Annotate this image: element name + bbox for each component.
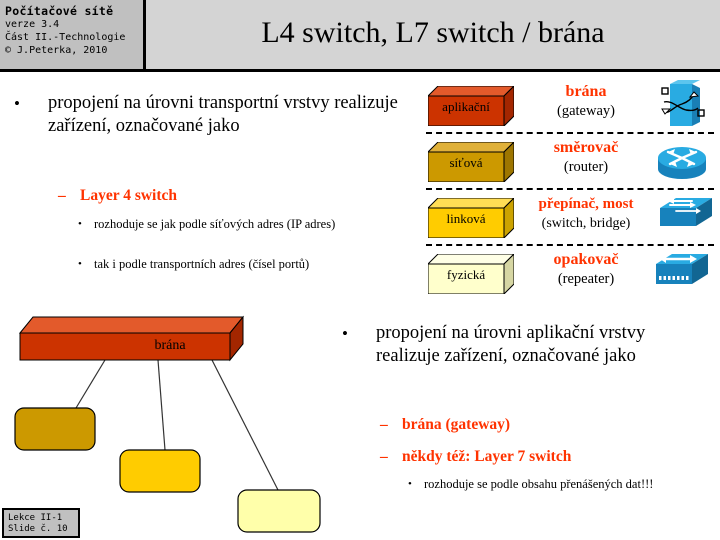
right-sub-text-1: brána (gateway) <box>402 416 511 433</box>
device-en-router: (router) <box>563 159 609 175</box>
left-sub-bullet: – Layer 4 switch <box>58 186 388 206</box>
right-sub-bullet-1: – brána (gateway) <box>380 415 680 435</box>
footer-lecture: Lekce II-1 <box>8 513 63 523</box>
left-sub-text: Layer 4 switch <box>80 187 178 204</box>
device-name-switch: přepínač, most (switch, bridge) <box>516 194 656 233</box>
layer-block-datalink: linková <box>428 198 514 238</box>
right-sub-bullet-2: – někdy též: Layer 7 switch <box>380 447 680 467</box>
device-cz-gateway: brána <box>565 83 607 100</box>
device-cz-router: směrovač <box>553 139 619 156</box>
diagram-gateway-label: brána <box>154 338 186 353</box>
device-en-repeater: (repeater) <box>557 271 615 287</box>
diagram-node-2 <box>119 449 201 493</box>
course-info-box: Počítačové sítě verze 3.4 Část II.-Techn… <box>0 0 146 72</box>
left-detail-1: • rozhoduje se jak podle síťových adres … <box>78 216 408 232</box>
router-icon <box>652 136 712 186</box>
layer-label-datalink: linková <box>446 211 486 226</box>
right-sub-text-2: někdy též: Layer 7 switch <box>402 448 572 465</box>
gateway-network-diagram <box>0 300 360 540</box>
layer-row-application: aplikační brána (gateway) <box>420 78 720 134</box>
bullet-dot: • <box>408 478 412 490</box>
dash-bullet: – <box>380 448 388 465</box>
course-version: verze 3.4 <box>5 19 60 30</box>
device-en-gateway: (gateway) <box>557 103 615 119</box>
bullet-dot: • <box>14 94 20 113</box>
layer-block-application: aplikační <box>428 86 514 126</box>
right-detail: • rozhoduje se podle obsahu přenášených … <box>408 476 658 492</box>
footer-slide-number: Slide č. 10 <box>8 524 68 534</box>
left-detail-2: • tak i podle transportních adres (čísel… <box>78 256 408 272</box>
dash-bullet: – <box>58 187 66 204</box>
bullet-dot: • <box>78 258 82 270</box>
device-cz-switch: přepínač, most <box>538 196 634 212</box>
right-main-text: propojení na úrovni aplikační vrstvy rea… <box>376 323 646 366</box>
repeater-icon <box>652 248 712 298</box>
bullet-dot: • <box>342 324 348 343</box>
right-detail-text: rozhoduje se podle obsahu přenášených da… <box>424 477 654 491</box>
layer-row-network: síťová směrovač (router) <box>420 134 720 190</box>
layer-block-network: síťová <box>428 142 514 182</box>
layer-label-network: síťová <box>449 155 483 170</box>
bullet-dot: • <box>78 218 82 230</box>
right-main-bullet: • propojení na úrovni aplikační vrstvy r… <box>342 322 672 368</box>
device-en-switch: (switch, bridge) <box>541 216 631 231</box>
device-name-repeater: opakovač (repeater) <box>524 250 648 289</box>
switch-icon <box>656 192 716 242</box>
device-name-router: směrovač (router) <box>524 138 648 177</box>
device-cz-repeater: opakovač <box>553 251 619 268</box>
page-title: L4 switch, L7 switch / brána <box>261 15 605 49</box>
left-main-bullet: • propojení na úrovni transportní vrstvy… <box>14 92 404 138</box>
device-name-gateway: brána (gateway) <box>524 82 648 121</box>
course-title: Počítačové sítě <box>5 4 114 18</box>
slide-footer: Lekce II-1 Slide č. 10 <box>2 508 80 538</box>
gateway-icon <box>652 80 712 130</box>
diagram-node-1 <box>14 407 96 451</box>
layer-row-physical: fyzická opakovač (repeater) <box>420 246 720 301</box>
layer-row-datalink: linková přepínač, most (switch, bridge) <box>420 190 720 246</box>
layer-label-application: aplikační <box>442 99 490 114</box>
course-copyright: © J.Peterka, 2010 <box>5 45 108 56</box>
left-detail-2-text: tak i podle transportních adres (čísel p… <box>94 257 310 271</box>
diagram-node-3 <box>237 489 321 533</box>
layer-label-physical: fyzická <box>446 267 486 282</box>
layer-block-physical: fyzická <box>428 254 514 294</box>
slide-canvas: Počítačové sítě verze 3.4 Část II.-Techn… <box>0 0 720 540</box>
left-main-text: propojení na úrovni transportní vrstvy r… <box>48 93 398 136</box>
left-detail-1-text: rozhoduje se jak podle síťových adres (I… <box>94 217 336 231</box>
dash-bullet: – <box>380 416 388 433</box>
course-part: Část II.-Technologie <box>5 32 126 43</box>
osi-layer-panel: aplikační brána (gateway) síťová směrova… <box>420 78 720 298</box>
